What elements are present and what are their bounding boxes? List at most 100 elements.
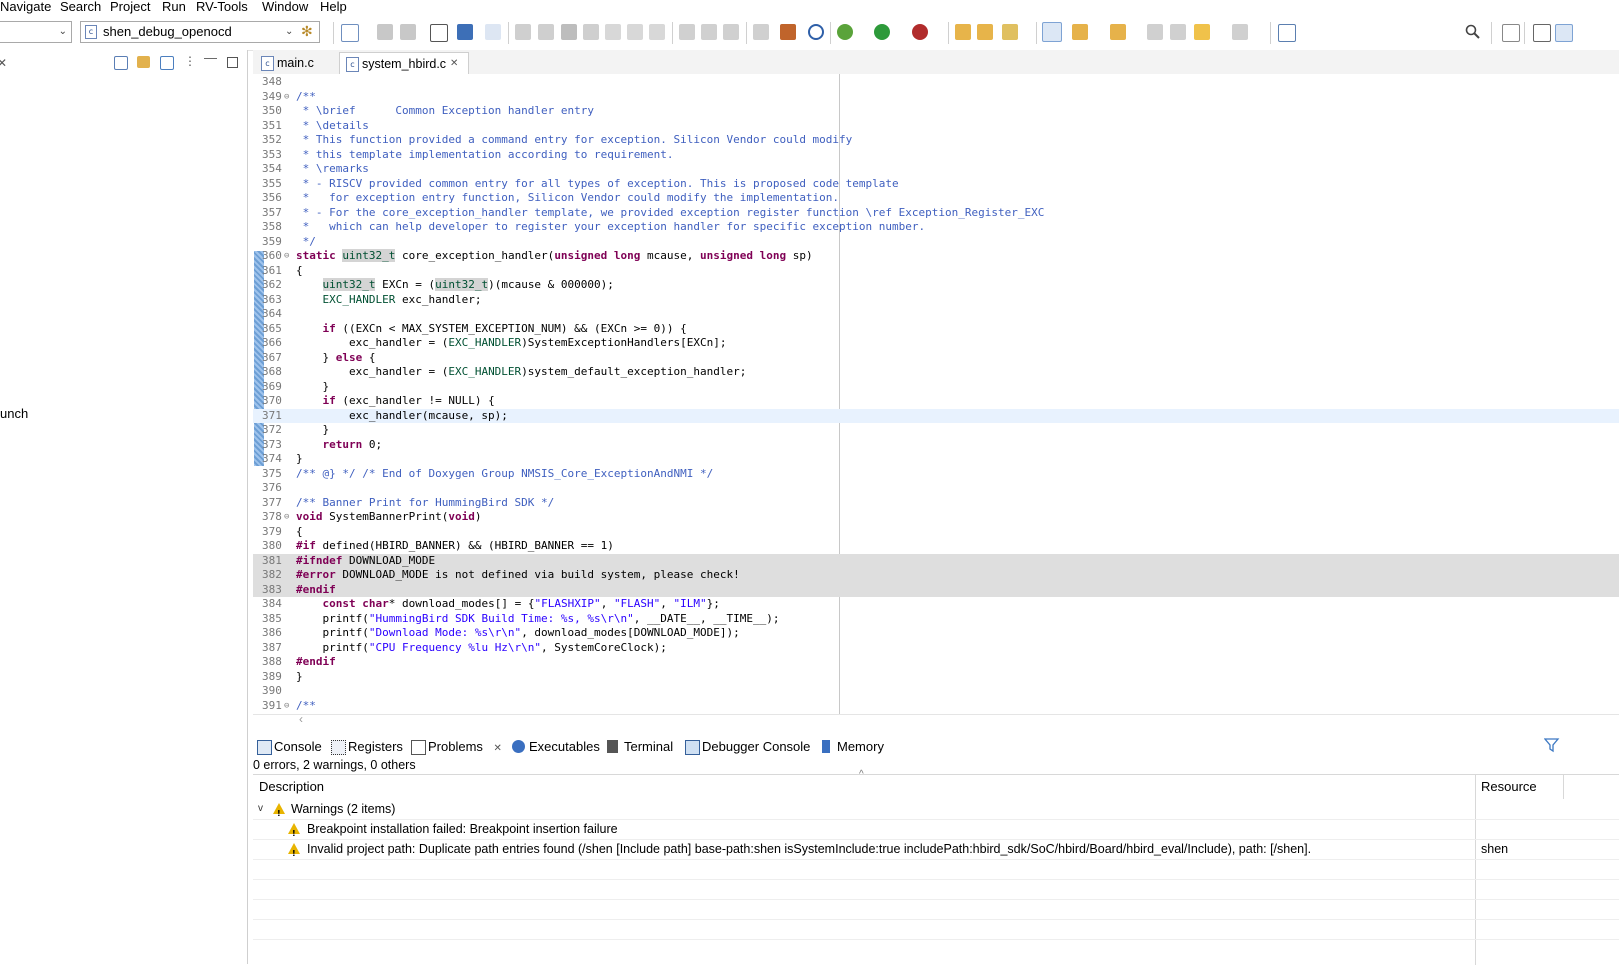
instruction-step-icon[interactable] [723,24,739,40]
code-line[interactable]: 389} [253,670,1619,685]
open-project-icon[interactable] [977,24,993,40]
code-line[interactable]: 348 [253,75,1619,90]
code-line[interactable]: 359 */ [253,235,1619,250]
filter-icon[interactable] [160,56,174,70]
terminate-icon[interactable] [561,24,577,40]
code-line[interactable]: 380 #if defined(HBIRD_BANNER) && (HBIRD_B… [253,539,1619,554]
gear-icon[interactable]: ✻ [301,21,313,41]
tree-item-partial[interactable]: unch [0,406,28,421]
resume-icon[interactable] [515,24,531,40]
collapse-all-icon[interactable] [114,56,128,70]
code-line[interactable]: 386 printf("Download Mode: %s\r\n", down… [253,626,1619,641]
chevron-left-icon[interactable]: ‹ [299,712,303,726]
code-line[interactable]: 379 { [253,525,1619,540]
code-line[interactable]: 360 ⊖ static uint32_t core_exception_handl… [253,249,1619,264]
code-line[interactable]: 391 ⊖ /** [253,699,1619,714]
code-line[interactable]: 366 exc_handler = (EXC_HANDLER)SystemExc… [253,336,1619,351]
code-line[interactable]: 361 { [253,264,1619,279]
forward-icon[interactable] [1232,24,1248,40]
tab-main-c[interactable]: c main.c [255,52,337,74]
open-perspective-icon[interactable] [1502,24,1520,42]
code-line[interactable]: 376 [253,481,1619,496]
close-icon[interactable]: ✕ [0,56,7,70]
tab-console[interactable]: Console [257,737,322,757]
save-all-icon[interactable] [400,24,416,40]
code-line[interactable]: 355 * - RISCV provided common entry for … [253,177,1619,192]
new-icon[interactable] [341,24,359,42]
next-annotation-icon[interactable] [1072,24,1088,40]
toolbox-icon[interactable] [780,24,796,40]
code-line[interactable]: 371 exc_handler(mcause, sp); [253,408,1619,423]
open-folder-icon[interactable] [955,24,971,40]
code-line[interactable]: 352 * This function provided a command e… [253,133,1619,148]
code-line[interactable]: 374} [253,452,1619,467]
menu-project[interactable]: Project [110,0,150,14]
code-line[interactable]: 362 uint32_t EXCn = (uint32_t)(mcause & … [253,278,1619,293]
code-line[interactable]: 375 /** @} */ /* End of Doxygen Group NMS… [253,467,1619,482]
code-line[interactable]: 354 * \remarks [253,162,1619,177]
code-line[interactable]: 368 exc_handler = (EXC_HANDLER)system_de… [253,365,1619,380]
previous-annotation-icon[interactable] [1110,24,1126,40]
code-line[interactable]: 372 } [253,423,1619,438]
table-row[interactable]: Invalid project path: Duplicate path ent… [253,839,1619,864]
run-external-tool-icon[interactable] [912,24,928,40]
menu-rv-tools[interactable]: RV-Tools [196,0,248,14]
code-line[interactable]: 349 ⊖ /** [253,90,1619,105]
menu-window[interactable]: Window [262,0,308,14]
code-line[interactable]: 358 * which can help developer to regist… [253,220,1619,235]
code-line[interactable]: 385 printf("HummingBird SDK Build Time: … [253,612,1619,627]
search-icon[interactable] [1465,24,1481,40]
code-line[interactable]: 357 * - For the core_exception_handler t… [253,206,1619,221]
search-tool-icon[interactable] [1002,24,1018,40]
code-line[interactable]: 388 #endif [253,655,1619,670]
code-line[interactable]: 364 [253,307,1619,322]
chevron-down-icon[interactable]: v [258,799,263,819]
menu-navigate[interactable]: Navigate [0,0,51,14]
last-edit-icon[interactable] [1147,24,1163,40]
code-line[interactable]: 382 #error DOWNLOAD_MODE is not defined v… [253,568,1619,583]
code-line[interactable]: 353 * this template implementation accor… [253,148,1619,163]
tab-registers[interactable]: Registers [331,737,403,757]
code-line[interactable]: 365 if ((EXCn < MAX_SYSTEM_EXCEPTION_NUM… [253,322,1619,337]
menu-help[interactable]: Help [320,0,347,14]
code-line[interactable]: 363 EXC_HANDLER exc_handler; [253,293,1619,308]
disconnect-icon[interactable] [583,24,599,40]
code-line[interactable]: 384 const char* download_modes[] = {"FLA… [253,597,1619,612]
step-into-icon[interactable] [627,24,643,40]
code-line[interactable]: 377 /** Banner Print for HummingBird SDK … [253,496,1619,511]
drop-to-frame-icon[interactable] [701,24,717,40]
fold-toggle-icon[interactable]: ⊖ [284,90,289,105]
back-icon[interactable] [1194,24,1210,40]
launch-config-combo[interactable]: c shen_debug_openocd ⌄ ✻ [80,21,320,43]
menu-run[interactable]: Run [162,0,186,14]
tab-debugger-console[interactable]: Debugger Console [685,737,810,757]
launch-mode-combo[interactable]: ⌄ [0,21,72,43]
code-line[interactable]: 350 * \brief Common Exception handler en… [253,104,1619,119]
view-menu-icon[interactable]: ⋮ [184,54,196,68]
step-return-icon[interactable] [679,24,695,40]
run-icon[interactable] [874,24,890,40]
tab-terminal[interactable]: Terminal [607,737,673,757]
binary-icon[interactable] [430,24,448,42]
suspend-icon[interactable] [538,24,554,40]
fold-toggle-icon[interactable]: ⊖ [284,699,289,714]
code-line[interactable]: 383 #endif [253,582,1619,597]
close-icon[interactable]: ✕ [494,743,502,754]
restart-icon[interactable] [605,24,621,40]
code-line[interactable]: 369 } [253,380,1619,395]
code-line[interactable]: 370 if (exc_handler != NULL) { [253,394,1619,409]
reset-icon[interactable] [753,24,769,40]
forward-edit-icon[interactable] [1170,24,1186,40]
code-line[interactable]: 387 printf("CPU Frequency %lu Hz\r\n", S… [253,641,1619,656]
tab-executables[interactable]: Executables [512,737,600,757]
terminal-icon[interactable] [457,24,473,40]
settings-icon[interactable] [808,24,824,40]
group-row-warnings[interactable]: v Warnings (2 items) [253,799,1619,824]
code-line[interactable]: 381 #ifndef DOWNLOAD_MODE [253,553,1619,568]
step-over-icon[interactable] [649,24,665,40]
code-line[interactable]: 367 } else { [253,351,1619,366]
tab-problems[interactable]: Problems ✕ [411,737,502,757]
filter-icon[interactable] [1543,737,1560,756]
link-editor-icon[interactable] [137,56,150,68]
code-line[interactable]: 390 [253,684,1619,699]
